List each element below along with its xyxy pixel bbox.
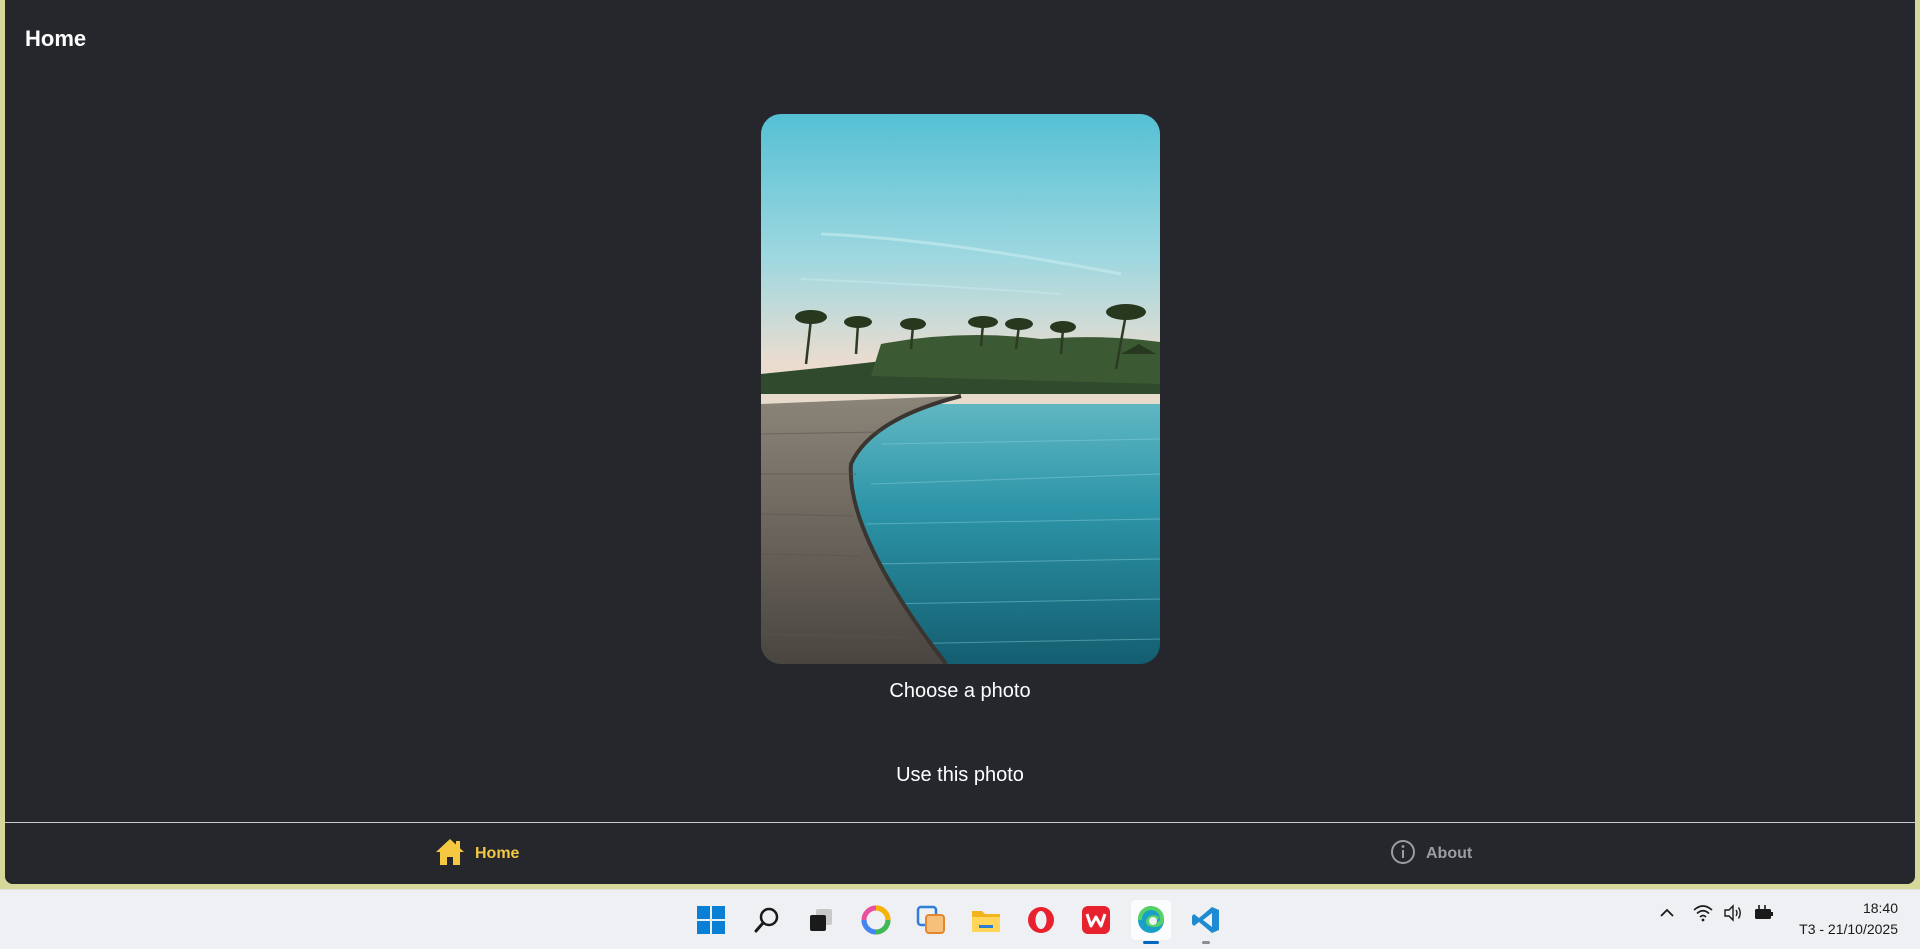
- use-photo-button[interactable]: Use this photo: [860, 760, 1060, 790]
- choose-photo-button[interactable]: Choose a photo: [860, 676, 1060, 706]
- photo-preview[interactable]: [761, 114, 1160, 664]
- clock[interactable]: 18:40 T3 - 21/10/2025: [1799, 898, 1898, 940]
- task-view-icon[interactable]: [801, 900, 841, 940]
- chevron-up-icon[interactable]: [1658, 904, 1676, 927]
- page-title: Home: [25, 26, 87, 51]
- search-icon[interactable]: [747, 900, 787, 940]
- info-icon: [1390, 839, 1416, 870]
- tab-home-label: Home: [475, 845, 520, 862]
- copilot-icon[interactable]: [856, 900, 896, 940]
- wifi-icon[interactable]: [1693, 904, 1713, 927]
- taskbar: 18:40 T3 - 21/10/2025: [0, 889, 1920, 949]
- app-window: Home Choose a photo Use this photo Home …: [5, 0, 1915, 884]
- tab-about[interactable]: About: [1390, 837, 1472, 871]
- battery-icon[interactable]: [1753, 904, 1775, 927]
- snipping-tool-icon[interactable]: [911, 900, 951, 940]
- vscode-icon[interactable]: [1186, 900, 1226, 944]
- clock-time: 18:40: [1862, 900, 1898, 916]
- file-explorer-icon[interactable]: [966, 900, 1006, 940]
- active-app-indicator: [1143, 941, 1159, 944]
- volume-icon[interactable]: [1723, 904, 1743, 927]
- clock-date: T3 - 21/10/2025: [1799, 921, 1898, 937]
- running-app-indicator: [1202, 941, 1210, 944]
- edge-icon[interactable]: [1131, 900, 1171, 944]
- tab-about-label: About: [1426, 845, 1473, 862]
- bottom-tab-bar: Home About: [5, 822, 1915, 884]
- wps-office-icon[interactable]: [1076, 900, 1116, 940]
- opera-icon[interactable]: [1021, 900, 1061, 940]
- tab-home[interactable]: Home: [435, 837, 519, 871]
- home-icon: [435, 838, 465, 871]
- windows-start-icon[interactable]: [691, 900, 731, 940]
